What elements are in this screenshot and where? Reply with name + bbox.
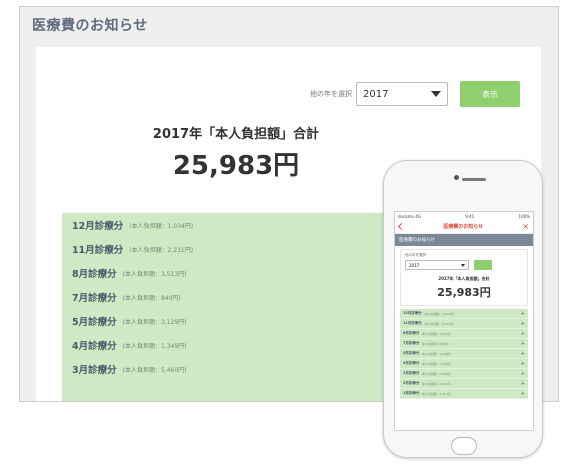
list-item-month: 7月診療分 [72,293,117,304]
plus-icon: + [520,340,525,347]
back-icon[interactable] [397,222,406,231]
list-item-detail: (本人負担額：3,129円) [122,318,187,326]
phone-card: 他の年を選択 2017 2017年「本人負担額」合計 25,983円 [400,249,528,306]
phone-body: 他の年を選択 2017 2017年「本人負担額」合計 25,983円 12月診療… [395,246,533,402]
plus-icon: + [520,370,525,377]
year-select[interactable]: 2017 [356,82,448,106]
list-item-month: 5月診療分 [403,351,420,355]
list-item-month: 7月診療分 [403,341,420,345]
list-item-detail: (本人負担額：840円) [421,341,449,346]
summary-amount: 25,983円 [172,151,300,181]
list-item[interactable]: 2月診療分 (本人負担額：4,970円) + [400,379,528,389]
list-item-month: 11月診療分 [403,321,422,325]
list-item[interactable]: 5月診療分 (本人負担額：3,129円) + [400,349,528,359]
list-item-month: 3月診療分 [72,365,117,376]
plus-icon: + [520,310,525,317]
list-item[interactable]: 7月診療分 (本人負担額：840円) + [400,339,528,349]
list-item-month: 4月診療分 [403,361,420,365]
chevron-down-icon [461,263,465,267]
phone-navbar: 医療費のお知らせ × [395,220,533,234]
list-item-detail: (本人負担額：4,970円) [421,381,452,386]
list-item-month: 12月診療分 [72,221,124,232]
phone-show-button[interactable] [474,260,492,270]
phone-nav-title: 医療費のお知らせ [443,224,484,230]
summary-heading: 2017年「本人負担額」合計 [152,127,320,142]
list-item-month: 11月診療分 [72,245,124,256]
year-selector-row: 他の年を選択 2017 表示 [310,81,520,107]
list-item[interactable]: 1月診療分 (本人負担額：3,457円) + [400,389,528,399]
list-item-detail: (本人負担額：3,129円) [421,351,452,356]
phone-year-select[interactable]: 2017 [405,260,469,270]
close-icon[interactable]: × [522,222,529,231]
plus-icon: + [520,390,525,397]
list-item-detail: (本人負担額：2,231円) [129,246,194,254]
phone-summary-amount: 25,983円 [437,286,491,299]
camera-icon [454,175,459,180]
phone-summary-heading: 2017年「本人負担額」合計 [438,276,490,281]
phone-subheader: 医療費のお知らせ [395,234,533,246]
list-item-detail: (本人負担額：1,034円) [129,222,194,230]
list-item-detail: (本人負担額：840円) [122,294,181,302]
list-item-month: 1月診療分 [403,391,420,395]
list-item-month: 2月診療分 [403,381,420,385]
list-item-month: 8月診療分 [403,331,420,335]
list-item-detail: (本人負担額：1,349円) [122,342,187,350]
phone-monthly-list: 12月診療分 (本人負担額：1,034円) + 11月診療分 (本人負担額：2,231… [400,309,528,399]
plus-icon: + [520,380,525,387]
show-button[interactable]: 表示 [460,81,520,107]
speaker-icon [462,178,486,181]
year-select-label: 他の年を選択 [310,90,352,98]
list-item-detail: (本人負担額：2,231円) [423,321,454,326]
plus-icon: + [520,360,525,367]
list-item[interactable]: 12月診療分 (本人負担額：1,034円) + [400,309,528,319]
list-item[interactable]: 11月診療分 (本人負担額：2,231円) + [400,319,528,329]
phone-year-label: 他の年を選択 [405,253,426,257]
plus-icon: + [520,320,525,327]
list-item-month: 4月診療分 [72,341,117,352]
list-item[interactable]: 8月診療分 (本人負担額：3,513円) + [400,329,528,339]
page-title: 医療費のお知らせ [32,18,148,34]
list-item-detail: (本人負担額：5,460円) [122,366,187,374]
phone-screen: docomo 4G 9:41 100% 医療費のお知らせ × 医療費のお知らせ … [394,211,534,431]
list-item[interactable]: 4月診療分 (本人負担額：1,349円) + [400,359,528,369]
phone-year-value: 2017 [409,262,420,268]
status-carrier: docomo 4G [398,213,421,219]
year-select-value: 2017 [363,88,389,100]
list-item-detail: (本人負担額：3,513円) [122,270,187,278]
list-item-detail: (本人負担額：1,034円) [423,311,454,316]
list-item-detail: (本人負担額：5,460円) [421,371,452,376]
status-bar: docomo 4G 9:41 100% [395,212,533,220]
status-time: 9:41 [465,213,475,219]
smartphone-mockup: docomo 4G 9:41 100% 医療費のお知らせ × 医療費のお知らせ … [383,160,543,458]
plus-icon: + [520,350,525,357]
list-item-detail: (本人負担額：3,457円) [421,391,452,396]
chevron-down-icon [431,91,441,97]
list-item-detail: (本人負担額：1,349円) [421,361,452,366]
plus-icon: + [520,330,525,337]
status-battery: 100% [518,213,530,219]
list-item-month: 8月診療分 [72,269,117,280]
list-item-detail: (本人負担額：3,513円) [421,331,452,336]
phone-year-row: 2017 [405,260,523,270]
list-item[interactable]: 3月診療分 (本人負担額：5,460円) + [400,369,528,379]
list-item-month: 3月診療分 [403,371,420,375]
home-button[interactable] [451,437,477,455]
list-item-month: 12月診療分 [403,311,422,315]
list-item-month: 5月診療分 [72,317,117,328]
